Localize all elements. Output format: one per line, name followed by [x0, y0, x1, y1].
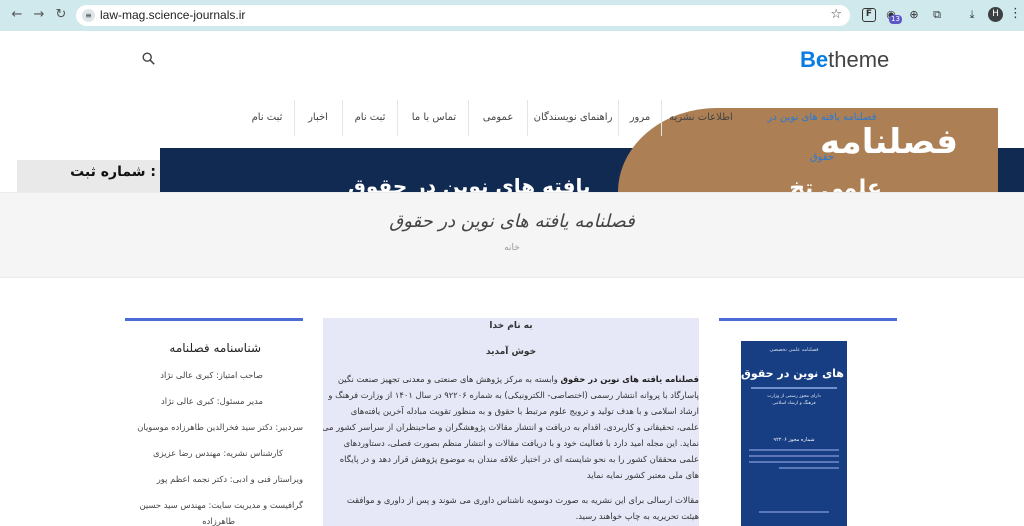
bookmark-star-icon[interactable]: ☆ — [830, 7, 842, 22]
cover-divider — [751, 387, 837, 389]
menu-item-general[interactable]: عمومی — [472, 98, 524, 138]
menu-item-signup[interactable]: ثبت نام — [244, 98, 290, 138]
menu-item-register[interactable]: ثبت نام — [346, 98, 394, 138]
banner-registration-text: شماره ثبت : — [70, 164, 156, 180]
cover-text-line — [749, 461, 839, 463]
search-icon[interactable] — [142, 52, 155, 65]
intro-line: نماید. این مجله امید دارد با فعالیت خود … — [343, 438, 699, 448]
cover-subtitle: دارای مجوز رسمی از وزارت فرهنگ و ارشاد ا… — [741, 393, 847, 407]
cover-top-text: فصلنامه علمی تخصصی — [769, 347, 819, 353]
logo-theme: theme — [828, 47, 890, 72]
intro-line: مقالات ارسالی برای این نشریه به صورت دوس… — [346, 495, 699, 505]
intro-line: فصلنامه یافته های نوین در حقوق وابسته به… — [323, 371, 699, 387]
logo-be: Be — [800, 47, 829, 72]
cover-subtitle-line: فرهنگ و ارشاد اسلامی — [772, 401, 816, 406]
forward-icon[interactable]: → — [32, 8, 46, 22]
intro-line: پاسارگاد با پروانه انتشار رسمی (اختصاصی-… — [328, 390, 699, 400]
intro-line: های ملی معتبر کشور نمایه نماید — [586, 470, 699, 480]
menu-item-author-guide[interactable]: راهنمای نویسندگان — [530, 98, 616, 138]
cover-text-line — [759, 511, 829, 513]
banner-registration: شماره ثبت : — [17, 160, 160, 192]
cover-text-line — [749, 455, 839, 457]
identity-item: صاحب امتیاز: کبری عالی نژاد — [160, 370, 263, 380]
menu-item-browse[interactable]: مرور — [622, 98, 658, 138]
extension-icon[interactable]: F — [862, 8, 876, 22]
identity-item: مدیر مسئول: کبری عالی نژاد — [161, 396, 263, 406]
menu-separator — [527, 100, 528, 136]
main-menu: فصلنامه یافته های نوین در حقوق اطلاعات ن… — [240, 98, 1000, 163]
menu-separator — [294, 100, 295, 136]
download-icon[interactable]: ⤓ — [965, 8, 979, 22]
intro-paragraph-2: مقالات ارسالی برای این نشریه به صورت دوس… — [323, 492, 699, 524]
page-title-band: فصلنامه یافته های نوین در حقوق خانه — [0, 192, 1024, 278]
banner-navy-text: یافته های نوین در حقوق — [348, 174, 591, 192]
extension-badge: 13 — [889, 15, 902, 24]
menu-item-contact[interactable]: تماس با ما — [403, 98, 465, 138]
reload-icon[interactable]: ↻ — [54, 8, 68, 22]
intro-journal-name: فصلنامه یافته های نوین در حقوق — [560, 374, 699, 384]
back-icon[interactable]: ← — [10, 8, 24, 22]
identity-title: شناسنامه فصلنامه — [169, 341, 261, 355]
menu-separator — [618, 100, 619, 136]
puzzle-extensions-icon[interactable]: ⧉ — [930, 8, 944, 22]
banner-brown-subtext: علمی تخ — [789, 176, 882, 192]
cover-text-line — [749, 449, 839, 451]
url-text[interactable]: law-mag.science-journals.ir — [100, 8, 245, 22]
menu-separator — [661, 100, 662, 136]
journal-cover-image[interactable]: فصلنامه علمی تخصصی یافته های نوین در حقو… — [741, 341, 847, 526]
address-bar[interactable]: ≡ law-mag.science-journals.ir ☆ — [76, 5, 850, 26]
identity-item: کارشناس نشریه: مهندس رضا عزیزی — [153, 448, 283, 458]
menu-separator — [342, 100, 343, 136]
browser-toolbar: ← → ↻ ≡ law-mag.science-journals.ir ☆ F … — [0, 0, 1024, 31]
globe-extension-icon[interactable]: ⊕ — [907, 8, 921, 22]
intro-welcome: خوش آمدید — [485, 347, 537, 357]
profile-avatar[interactable]: H — [988, 7, 1003, 22]
cover-issue: شماره مجوز ۹۲۲۰۶ — [773, 437, 815, 443]
intro-panel: به نام خدا خوش آمدید فصلنامه یافته های ن… — [323, 318, 699, 526]
menu-dots-icon[interactable]: ⋮ — [1009, 6, 1022, 21]
intro-line-text: وابسته به مرکز پژوهش های صنعتی و معدنی ت… — [337, 374, 561, 384]
identity-item: طاهرزاده — [202, 516, 235, 526]
intro-paragraph: فصلنامه یافته های نوین در حقوق وابسته به… — [323, 371, 699, 483]
identity-panel: شناسنامه فصلنامه صاحب امتیاز: کبری عالی … — [125, 340, 303, 526]
intro-basmala: به نام خدا — [489, 321, 533, 331]
intro-line: علمی محققان کشور را به نحو شایسته ای در … — [339, 454, 699, 464]
menu-item-journal-info[interactable]: اطلاعات نشریه — [665, 98, 737, 138]
menu-item-news[interactable]: اخبار — [296, 98, 340, 138]
identity-item: ویراستار فنی و ادبی: دکتر نجمه اعظم پور — [156, 474, 303, 484]
page-title: فصلنامه یافته های نوین در حقوق — [389, 211, 635, 232]
intro-line: علمی، تحقیقاتی و کاربردی، اقدام به دریاف… — [323, 422, 699, 432]
cover-text-line — [779, 467, 839, 469]
site-logo[interactable]: Betheme — [800, 47, 889, 73]
intro-line: ارشاد اسلامی و با هدف تولید و ترویج علوم… — [350, 406, 699, 416]
identity-item: گرافیست و مدیریت سایت: مهندس سید حسین — [139, 500, 304, 510]
identity-item: سردبیر: دکتر سید فخرالدین طاهرزاده موسوی… — [137, 422, 303, 432]
intro-line: هیئت تحریریه به چاپ خواهند رسید. — [575, 511, 699, 521]
menu-separator — [468, 100, 469, 136]
cover-section-bar — [719, 318, 897, 321]
cover-title: یافته های نوین در حقوق — [741, 367, 847, 380]
menu-separator — [397, 100, 398, 136]
identity-section-bar — [125, 318, 303, 321]
site-info-icon[interactable]: ≡ — [82, 9, 95, 22]
breadcrumb[interactable]: خانه — [0, 243, 1024, 253]
cover-subtitle-line: دارای مجوز رسمی از وزارت — [767, 394, 821, 399]
menu-item-journal[interactable]: فصلنامه یافته های نوین در حقوق — [757, 98, 887, 163]
